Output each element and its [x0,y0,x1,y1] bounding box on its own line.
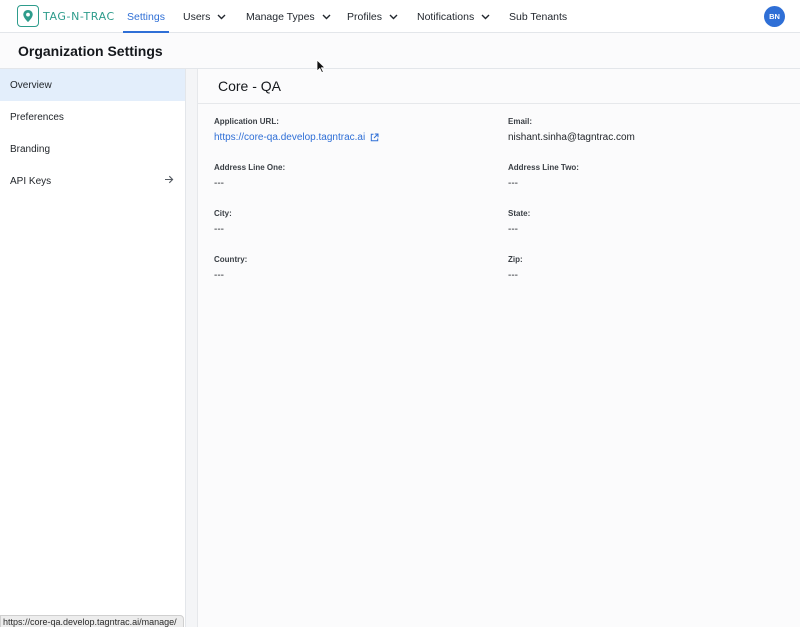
sidebar-item-api-keys[interactable]: API Keys [0,165,185,197]
sidebar-item-branding[interactable]: Branding [0,133,185,165]
address-line-two-value: --- [508,178,518,189]
nav-manage-types-label: Manage Types [246,10,315,23]
status-bar-url: https://core-qa.develop.tagntrac.ai/mana… [0,615,184,627]
nav-profiles-label: Profiles [347,10,383,23]
address-line-one-value: --- [214,178,224,189]
nav-profiles[interactable]: Profiles [347,0,398,33]
brand-name: TAG-N-TRAC [43,9,115,23]
sidebar-item-label: API Keys [10,175,52,187]
chevron-down-icon [389,14,398,20]
settings-sidebar: Overview Preferences Branding API Keys [0,69,186,627]
field-country: Country: --- [214,255,474,281]
sidebar-item-label: Branding [10,143,51,155]
city-value: --- [214,224,224,235]
brand-logo[interactable]: TAG-N-TRAC [17,5,115,27]
nav-manage-types[interactable]: Manage Types [246,0,331,33]
field-state: State: --- [508,209,768,235]
avatar-initials: BN [769,12,780,21]
sidebar-item-preferences[interactable]: Preferences [0,101,185,133]
zip-value: --- [508,270,518,281]
nav-users[interactable]: Users [183,0,226,33]
field-label: Address Line Two: [508,163,579,172]
field-email: Email: nishant.sinha@tagntrac.com [508,117,768,143]
page-header: Organization Settings [0,33,800,69]
chevron-down-icon [217,14,226,20]
sidebar-item-label: Overview [10,79,52,91]
nav-sub-tenants[interactable]: Sub Tenants [509,0,567,33]
sidebar-item-overview[interactable]: Overview [0,69,185,101]
field-label: State: [508,209,531,218]
panel-divider [186,69,198,627]
mouse-cursor-icon [316,59,326,79]
field-label: Application URL: [214,117,279,126]
org-title-bar: Core - QA [198,69,800,104]
external-link-icon [370,133,379,142]
org-name: Core - QA [218,78,282,94]
nav-settings-label: Settings [127,10,165,23]
field-zip: Zip: --- [508,255,768,281]
field-label: Zip: [508,255,523,264]
field-application-url: Application URL: https://core-qa.develop… [214,117,474,143]
application-url-link[interactable]: https://core-qa.develop.tagntrac.ai [214,132,474,143]
nav-notifications[interactable]: Notifications [417,0,490,33]
field-address-line-one: Address Line One: --- [214,163,474,189]
field-label: Country: [214,255,248,264]
field-label: Address Line One: [214,163,286,172]
arrow-right-icon [164,175,174,187]
top-nav: TAG-N-TRAC Settings Users Manage Types P… [0,0,800,33]
nav-notifications-label: Notifications [417,10,475,23]
nav-settings[interactable]: Settings [123,0,169,33]
state-value: --- [508,224,518,235]
application-url-text: https://core-qa.develop.tagntrac.ai [214,132,366,143]
nav-sub-tenants-label: Sub Tenants [509,10,568,23]
field-label: Email: [508,117,533,126]
page-title: Organization Settings [18,43,163,59]
field-address-line-two: Address Line Two: --- [508,163,768,189]
overview-panel: Core - QA Application URL: https://core-… [198,69,800,627]
nav-users-label: Users [183,10,211,23]
email-value: nishant.sinha@tagntrac.com [508,132,635,143]
field-label: City: [214,209,232,218]
location-pin-icon [17,5,39,27]
chevron-down-icon [481,14,490,20]
user-avatar[interactable]: BN [764,6,785,27]
country-value: --- [214,270,224,281]
chevron-down-icon [322,14,331,20]
field-city: City: --- [214,209,474,235]
sidebar-item-label: Preferences [10,111,64,123]
